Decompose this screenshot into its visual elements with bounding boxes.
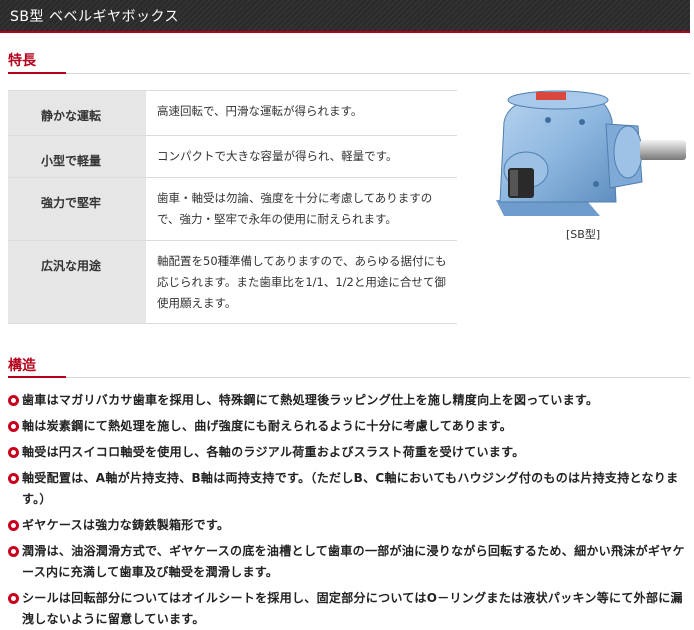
bullet-ring-icon xyxy=(8,421,19,432)
feature-row: 小型で軽量 コンパクトで大きな容量が得られ、軽量です。 xyxy=(8,136,457,178)
feature-label: 小型で軽量 xyxy=(8,136,146,177)
bullet-ring-icon xyxy=(8,593,19,604)
feature-description: 歯車・軸受は勿論、強度を十分に考慮してありますので、強力・堅牢で永年の使用に耐え… xyxy=(157,191,433,226)
structure-item-text: 軸は炭素鋼にて熱処理を施し、曲げ強度にも耐えられるように十分に考慮してあります。 xyxy=(22,419,513,433)
list-item: 軸は炭素鋼にて熱処理を施し、曲げ強度にも耐えられるように十分に考慮してあります。 xyxy=(8,416,690,437)
feature-row: 静かな運転 高速回転で、円滑な運転が得られます。 xyxy=(8,91,457,136)
features-heading-underline xyxy=(8,72,66,74)
features-heading: 特長 xyxy=(8,53,36,69)
feature-row: 広汎な用途 軸配置を50種準備してありますので、あらゆる据付にも応じられます。ま… xyxy=(8,241,457,324)
features-table: 静かな運転 高速回転で、円滑な運転が得られます。 小型で軽量 コンパクトで大きな… xyxy=(8,90,457,324)
bullet-ring-icon xyxy=(8,546,19,557)
feature-description: 軸配置を50種準備してありますので、あらゆる据付にも応じられます。また歯車比を1… xyxy=(157,254,447,310)
structure-item-text: 軸受配置は、A軸が片持支持、B軸は両持支持です。（ただしB、C軸においてもハウジ… xyxy=(22,471,679,506)
list-item: 歯車はマガリバカサ歯車を採用し、特殊鋼にて熱処理後ラッピング仕上を施し精度向上を… xyxy=(8,390,690,411)
structure-heading-underline xyxy=(8,376,66,378)
feature-label: 静かな運転 xyxy=(8,91,146,135)
bullet-ring-icon xyxy=(8,473,19,484)
features-heading-rule xyxy=(66,73,690,74)
bullet-ring-icon xyxy=(8,447,19,458)
list-item: 軸受は円スイコロ軸受を使用し、各軸のラジアル荷重およびスラスト荷重を受けています… xyxy=(8,442,690,463)
structure-item-text: 歯車はマガリバカサ歯車を採用し、特殊鋼にて熱処理後ラッピング仕上を施し精度向上を… xyxy=(22,393,599,407)
page-title-bar: SB型 ベベルギヤボックス xyxy=(0,0,690,33)
list-item: 潤滑は、油浴潤滑方式で、ギヤケースの底を油槽として歯車の一部が油に浸りながら回転… xyxy=(8,541,690,583)
bullet-ring-icon xyxy=(8,395,19,406)
list-item: 軸受配置は、A軸が片持支持、B軸は両持支持です。（ただしB、C軸においてもハウジ… xyxy=(8,468,690,510)
structure-item-text: ギヤケースは強力な鋳鉄製箱形です。 xyxy=(22,518,230,532)
gearbox-image xyxy=(496,90,686,216)
list-item: シールは回転部分についてはオイルシートを採用し、固定部分についてはO－リングまた… xyxy=(8,588,690,630)
product-caption: [SB型] xyxy=(566,228,601,241)
feature-label: 広汎な用途 xyxy=(8,241,146,323)
list-item: ギヤケースは強力な鋳鉄製箱形です。 xyxy=(8,515,690,536)
structure-heading: 構造 xyxy=(8,358,36,374)
feature-label: 強力で堅牢 xyxy=(8,178,146,240)
bullet-ring-icon xyxy=(8,520,19,531)
structure-list: 歯車はマガリバカサ歯車を採用し、特殊鋼にて熱処理後ラッピング仕上を施し精度向上を… xyxy=(8,390,690,630)
feature-description: 高速回転で、円滑な運転が得られます。 xyxy=(157,104,363,118)
structure-heading-rule xyxy=(66,377,690,378)
feature-description: コンパクトで大きな容量が得られ、軽量です。 xyxy=(157,149,398,163)
structure-item-text: 潤滑は、油浴潤滑方式で、ギヤケースの底を油槽として歯車の一部が油に浸りながら回転… xyxy=(22,544,685,579)
structure-item-text: 軸受は円スイコロ軸受を使用し、各軸のラジアル荷重およびスラスト荷重を受けています… xyxy=(22,445,525,459)
structure-item-text: シールは回転部分についてはオイルシートを採用し、固定部分についてはO－リングまた… xyxy=(22,591,683,626)
feature-row: 強力で堅牢 歯車・軸受は勿論、強度を十分に考慮してありますので、強力・堅牢で永年… xyxy=(8,178,457,241)
page-title: SB型 ベベルギヤボックス xyxy=(10,8,180,25)
